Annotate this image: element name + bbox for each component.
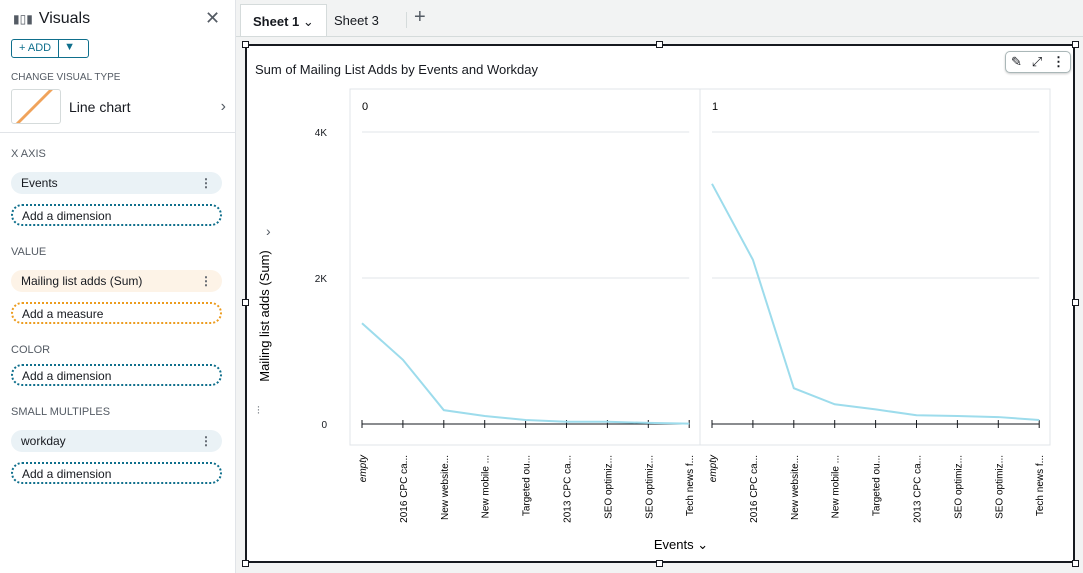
- bar-chart-icon: ▮▯▮: [13, 12, 33, 26]
- value-field[interactable]: Mailing list adds (Sum) ⋮: [11, 270, 222, 292]
- x-tick-label: SEO optimiz...: [644, 455, 655, 519]
- add-button[interactable]: + ADD ▼: [11, 39, 89, 58]
- add-label: + ADD: [12, 40, 60, 57]
- y-tick-label: 0: [321, 420, 327, 431]
- tab-label: Sheet 3: [334, 13, 379, 28]
- y-tick-label: 2K: [315, 274, 328, 285]
- x-tick-label: 2016 CPC ca...: [399, 455, 410, 523]
- panel-label: 0: [362, 101, 368, 113]
- panel-header: ▮▯▮ Visuals: [13, 10, 90, 28]
- x-tick-label: empty: [358, 454, 369, 482]
- visual-container[interactable]: Sum of Mailing List Adds by Events and W…: [245, 44, 1075, 563]
- y-tick-label: 4K: [315, 128, 328, 139]
- x-axis-field[interactable]: Events ⋮: [11, 172, 222, 194]
- x-tick-label: New website...: [440, 455, 451, 520]
- color-label: COLOR: [11, 344, 51, 356]
- series-line-panel-0: [361, 322, 690, 425]
- small-multiples-label: SMALL MULTIPLES: [11, 406, 111, 418]
- y-axis-title: Mailing list adds (Sum): [257, 250, 272, 382]
- x-tick-label: New mobile ...: [831, 455, 842, 518]
- line-chart-icon: [11, 89, 61, 124]
- x-tick-label: New website...: [790, 455, 801, 520]
- x-tick-label: 2013 CPC ca...: [913, 455, 924, 523]
- add-label: Add a measure: [22, 307, 104, 321]
- x-tick-label: Tech news f...: [685, 455, 696, 516]
- field-label: workday: [21, 434, 66, 448]
- visuals-panel: ▮▯▮ Visuals ✕ + ADD ▼ CHANGE VISUAL TYPE…: [0, 0, 236, 573]
- tab-sheet-1[interactable]: Sheet 1 ⌄: [240, 4, 327, 36]
- more-icon[interactable]: ⋮: [200, 434, 212, 448]
- field-label: Mailing list adds (Sum): [21, 274, 143, 288]
- x-tick-label: Targeted ou...: [522, 455, 533, 516]
- tab-label: Sheet 1: [253, 14, 300, 29]
- add-label: Add a dimension: [22, 369, 112, 383]
- value-label: VALUE: [11, 246, 47, 258]
- x-tick-label: Tech news f...: [1035, 455, 1046, 516]
- more-icon[interactable]: ⋮: [200, 176, 212, 190]
- line-chart: 0 2K 4K Mailing list adds (Sum) › ⫶ Events ⌄ 0 e…: [257, 88, 1051, 552]
- x-tick-label: 2013 CPC ca...: [563, 455, 574, 523]
- color-add-dimension[interactable]: Add a dimension: [11, 364, 222, 386]
- more-icon[interactable]: ⋮: [200, 274, 212, 288]
- x-tick-label: SEO optimiz...: [953, 455, 964, 519]
- value-add-measure[interactable]: Add a measure: [11, 302, 222, 324]
- add-label: Add a dimension: [22, 209, 112, 223]
- x-axis-add-dimension[interactable]: Add a dimension: [11, 204, 222, 226]
- panel-label: 1: [712, 101, 718, 113]
- x-axis-title: Events ⌄: [654, 537, 708, 552]
- tab-sheet-3[interactable]: Sheet 3: [322, 4, 391, 36]
- x-tick-label: 2016 CPC ca...: [749, 455, 760, 523]
- x-tick-label: SEO optimiz...: [603, 455, 614, 519]
- x-tick-label: New mobile ...: [481, 455, 492, 518]
- add-label: Add a dimension: [22, 467, 112, 481]
- x-tick-label: Targeted ou...: [872, 455, 883, 516]
- change-type-label: CHANGE VISUAL TYPE: [11, 72, 121, 83]
- x-tick-label: empty: [708, 454, 719, 482]
- chevron-right-icon: ›: [220, 97, 226, 115]
- close-icon[interactable]: ✕: [205, 8, 220, 29]
- visual-type-selector[interactable]: Line chart ›: [11, 89, 226, 124]
- chevron-right-icon: ›: [266, 223, 271, 239]
- panel-title: Visuals: [38, 10, 91, 27]
- chevron-down-icon[interactable]: ⌄: [303, 14, 314, 29]
- axis-sort-icon: ⫶: [257, 405, 260, 417]
- caret-down-icon[interactable]: ▼: [59, 40, 80, 57]
- series-line-panel-1: [711, 183, 1040, 421]
- x-tick-label: SEO optimiz...: [994, 455, 1005, 519]
- add-sheet-icon[interactable]: +: [414, 6, 426, 29]
- field-label: Events: [21, 176, 58, 190]
- visual-type-label: Line chart: [69, 98, 131, 115]
- small-multiples-field[interactable]: workday ⋮: [11, 430, 222, 452]
- x-axis-label: X AXIS: [11, 148, 46, 160]
- small-multiples-add-dimension[interactable]: Add a dimension: [11, 462, 222, 484]
